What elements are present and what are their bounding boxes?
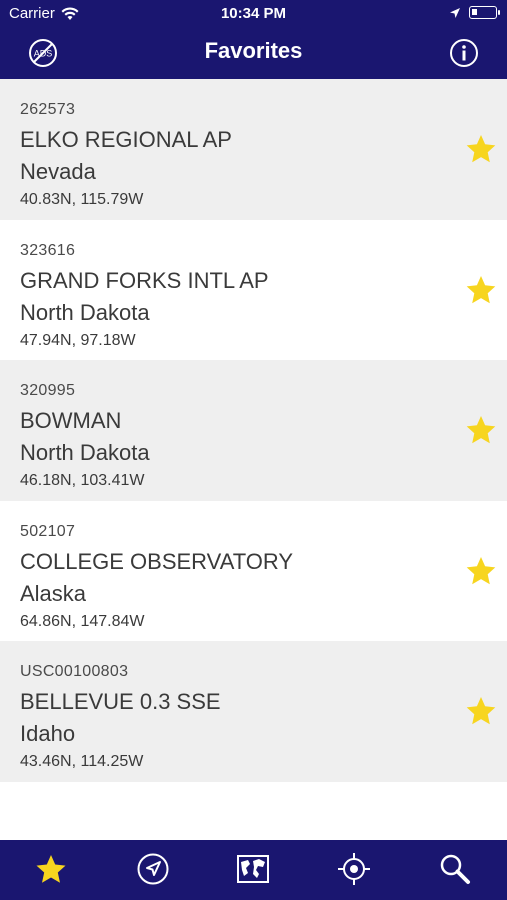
station-code: 502107 <box>20 522 76 540</box>
station-state: Idaho <box>20 721 76 746</box>
search-icon[interactable] <box>438 852 472 886</box>
navigation-arrow-icon[interactable] <box>136 852 170 886</box>
list-item[interactable]: 262573 ELKO REGIONAL AP Nevada 40.83N, 1… <box>0 79 507 220</box>
station-coords: 64.86N, 147.84W <box>20 612 145 630</box>
station-name: GRAND FORKS INTL AP <box>20 267 269 293</box>
station-name: ELKO REGIONAL AP <box>20 127 232 152</box>
status-time: 10:34 PM <box>220 5 287 22</box>
top-bar: Carrier 10:34 PM ADS Favorites <box>0 0 507 79</box>
station-code: 262573 <box>20 101 76 118</box>
status-right <box>449 6 500 19</box>
station-coords: 40.83N, 115.79W <box>20 191 144 208</box>
navigation-bar: ADS Favorites <box>0 28 507 79</box>
station-name: BELLEVUE 0.3 SSE <box>20 689 221 714</box>
favorites-list: 262573 ELKO REGIONAL AP Nevada 40.83N, 1… <box>0 79 507 782</box>
station-name: COLLEGE OBSERVATORY <box>20 548 294 574</box>
station-state: North Dakota <box>20 440 150 465</box>
info-icon[interactable] <box>448 37 480 69</box>
station-coords: 47.94N, 97.18W <box>20 331 136 349</box>
page-title: Favorites <box>204 38 303 63</box>
map-icon[interactable] <box>236 852 270 886</box>
list-item[interactable]: 320995 BOWMAN North Dakota 46.18N, 103.4… <box>0 360 507 501</box>
status-bar: Carrier 10:34 PM <box>0 0 507 28</box>
list-item[interactable]: 502107 COLLEGE OBSERVATORY Alaska 64.86N… <box>0 500 507 641</box>
station-code: USC00100803 <box>20 663 129 680</box>
station-code: 320995 <box>20 382 76 399</box>
station-name: BOWMAN <box>20 408 122 433</box>
star-icon[interactable] <box>34 852 68 886</box>
station-code: 323616 <box>20 241 76 259</box>
battery-icon <box>469 6 500 19</box>
station-coords: 43.46N, 114.25W <box>20 753 144 770</box>
station-coords: 46.18N, 103.41W <box>20 472 145 489</box>
list-item[interactable]: USC00100803 BELLEVUE 0.3 SSE Idaho 43.46… <box>0 641 507 782</box>
station-state: Nevada <box>20 159 96 184</box>
crosshair-icon[interactable] <box>337 852 371 886</box>
station-state: Alaska <box>20 580 87 606</box>
tab-bar <box>0 840 507 900</box>
star-icon[interactable] <box>465 695 497 727</box>
star-icon[interactable] <box>465 274 497 306</box>
location-arrow-icon <box>450 7 460 18</box>
star-icon[interactable] <box>465 133 497 165</box>
star-icon[interactable] <box>465 414 497 446</box>
star-icon[interactable] <box>465 555 497 587</box>
list-item[interactable]: 323616 GRAND FORKS INTL AP North Dakota … <box>0 219 507 360</box>
station-state: North Dakota <box>20 299 150 325</box>
